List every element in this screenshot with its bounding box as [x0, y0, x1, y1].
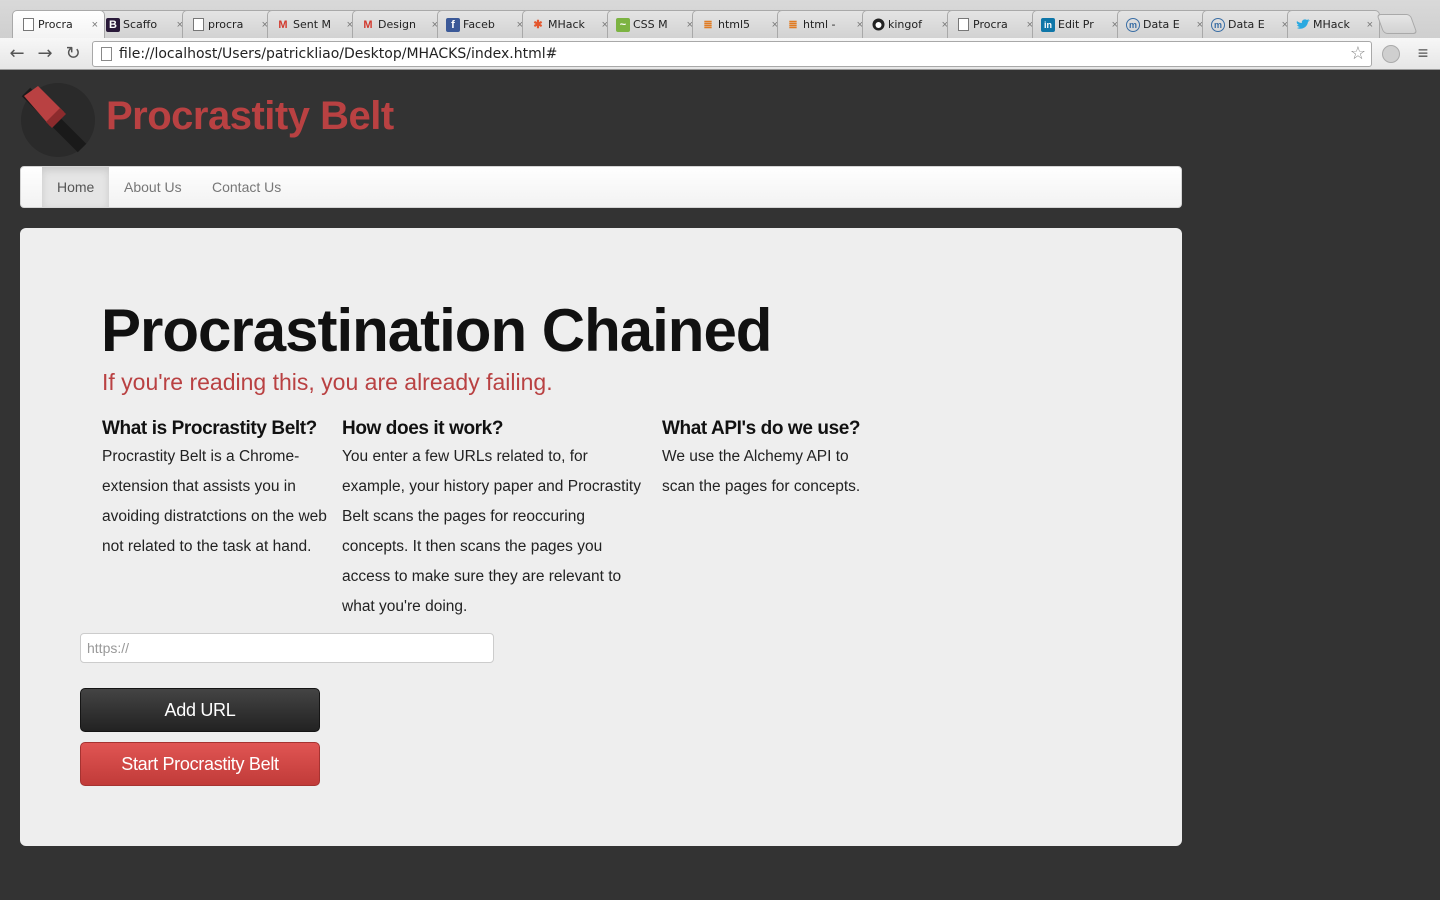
mashery-icon: m	[1211, 17, 1225, 32]
github-icon	[871, 18, 885, 32]
forward-icon[interactable]: →	[34, 43, 56, 65]
page-icon	[191, 18, 205, 32]
bookmark-star-icon[interactable]: ☆	[1350, 43, 1366, 64]
twitter-icon	[1296, 18, 1310, 32]
column-heading: What API's do we use?	[662, 418, 861, 439]
reload-icon[interactable]: ↻	[62, 43, 84, 65]
column-heading: What is Procrastity Belt?	[102, 418, 317, 439]
new-tab-button[interactable]	[1376, 14, 1418, 34]
tab-twitter[interactable]: MHack ×	[1287, 10, 1380, 38]
info-column-what: What is Procrastity Belt? Procrastity Be…	[102, 416, 327, 562]
tab-label: Faceb	[463, 18, 495, 31]
mashery-icon: m	[1126, 17, 1140, 32]
navbar: Home About Us Contact Us	[20, 166, 1182, 208]
tab-facebook[interactable]: f Faceb ×	[437, 10, 530, 38]
close-icon[interactable]: ×	[92, 19, 98, 31]
stackoverflow-icon: ≣	[703, 19, 713, 31]
tab-mhacks[interactable]: ✱ MHack ×	[522, 10, 615, 38]
tab-procrastity-3[interactable]: Procra ×	[947, 10, 1040, 38]
hero-unit: Procrastination Chained If you're readin…	[20, 228, 1182, 846]
url-input[interactable]	[80, 633, 494, 663]
close-icon[interactable]: ×	[1367, 19, 1373, 31]
css-icon: ~	[616, 17, 630, 32]
browser-toolbar: ← → ↻ ☆ ≡	[0, 38, 1440, 70]
gmail-icon: M	[278, 18, 288, 31]
tab-gmail-design[interactable]: M Design ×	[352, 10, 445, 38]
mhacks-icon: ✱	[533, 19, 543, 31]
tab-label: Edit Pr	[1058, 18, 1094, 31]
add-url-button[interactable]: Add URL	[80, 688, 320, 732]
nav-about-us[interactable]: About Us	[109, 167, 197, 207]
extension-icon[interactable]	[1382, 45, 1400, 63]
address-bar[interactable]: ☆	[92, 41, 1372, 67]
tab-label: html5	[718, 18, 751, 31]
tab-scaffolding[interactable]: B Scaffo ×	[97, 10, 190, 38]
tab-html[interactable]: ≣ html - ×	[777, 10, 870, 38]
address-input[interactable]	[119, 44, 1334, 64]
tab-strip: Procra × B Scaffo × procra × M Sent M × …	[0, 0, 1440, 38]
tab-css[interactable]: ~ CSS M ×	[607, 10, 700, 38]
column-body: You enter a few URLs related to, for exa…	[342, 448, 641, 615]
linkedin-icon: in	[1041, 17, 1055, 32]
menu-icon[interactable]: ≡	[1414, 43, 1432, 64]
tab-label: MHack	[548, 18, 585, 31]
nav-home[interactable]: Home	[42, 167, 110, 207]
column-body: Procrastity Belt is a Chrome-extension t…	[102, 448, 327, 555]
back-icon[interactable]: ←	[6, 43, 28, 65]
info-column-how: How does it work? You enter a few URLs r…	[342, 416, 644, 622]
tab-label: CSS M	[633, 18, 668, 31]
page-icon	[101, 47, 112, 61]
facebook-icon: f	[446, 17, 460, 32]
nav-contact-us[interactable]: Contact Us	[197, 167, 296, 207]
tab-label: Sent M	[293, 18, 332, 31]
hero-title: Procrastination Chained	[101, 297, 772, 364]
tab-label: kingof	[888, 18, 922, 31]
tab-label: Design	[378, 18, 416, 31]
hero-tagline: If you're reading this, you are already …	[102, 369, 553, 395]
tab-github[interactable]: kingof ×	[862, 10, 955, 38]
info-column-api: What API's do we use? We use the Alchemy…	[662, 416, 877, 502]
tab-label: MHack	[1313, 18, 1350, 31]
tab-procrastity-active[interactable]: Procra ×	[12, 10, 105, 38]
stackoverflow-icon: ≣	[788, 19, 798, 31]
tab-linkedin[interactable]: in Edit Pr ×	[1032, 10, 1125, 38]
tab-html5[interactable]: ≣ html5 ×	[692, 10, 785, 38]
tab-data-explorer-1[interactable]: m Data E ×	[1117, 10, 1210, 38]
tab-label: html -	[803, 18, 836, 31]
column-body: We use the Alchemy API to scan the pages…	[662, 448, 861, 495]
tab-label: Scaffo	[123, 18, 158, 31]
page-icon	[956, 18, 970, 32]
tab-label: Procra	[973, 18, 1008, 31]
tab-label: Procra	[38, 18, 73, 31]
bootstrap-icon: B	[106, 17, 120, 32]
tab-procrastity-2[interactable]: procra ×	[182, 10, 275, 38]
tab-gmail-sent[interactable]: M Sent M ×	[267, 10, 360, 38]
brand-title[interactable]: Procrastity Belt	[106, 94, 394, 139]
tab-label: Data E	[1228, 18, 1265, 31]
column-heading: How does it work?	[342, 418, 504, 439]
tab-label: procra	[208, 18, 244, 31]
logo-icon	[20, 82, 96, 158]
page-icon	[21, 18, 35, 32]
tab-label: Data E	[1143, 18, 1180, 31]
tab-data-explorer-2[interactable]: m Data E ×	[1202, 10, 1295, 38]
gmail-icon: M	[363, 18, 373, 31]
start-button[interactable]: Start Procrastity Belt	[80, 742, 320, 786]
